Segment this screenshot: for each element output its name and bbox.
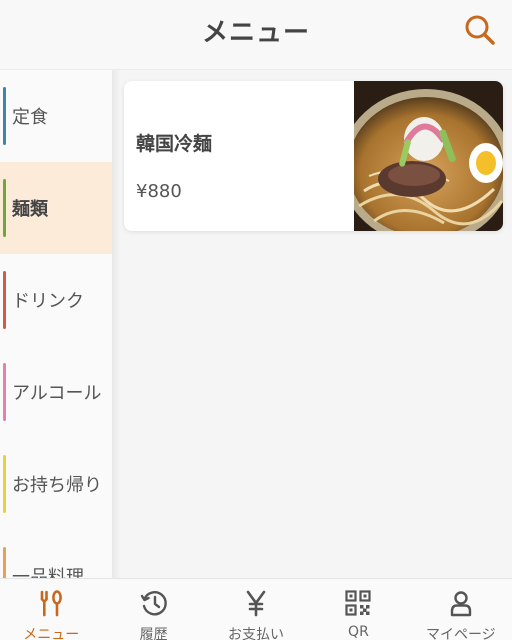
category-color-bar [3, 547, 6, 578]
category-color-bar [3, 455, 6, 513]
tab-menu[interactable]: メニュー [0, 579, 102, 640]
category-label: 麺類 [12, 199, 48, 220]
tab-label: マイページ [425, 627, 496, 640]
history-icon [140, 591, 167, 616]
bottom-tab-bar: メニュー 履歴 お支払い QR マイページ [0, 578, 512, 640]
tab-label: メニュー [23, 627, 80, 640]
qr-code-icon [345, 590, 372, 616]
tab-history[interactable]: 履歴 [102, 579, 204, 640]
yen-icon [246, 590, 266, 617]
person-icon [450, 591, 472, 617]
category-item-teishoku[interactable]: 定食 [0, 70, 112, 162]
category-label: お持ち帰り [12, 475, 102, 496]
sidebar-shadow [112, 70, 120, 578]
app-header: メニュー [0, 0, 512, 70]
category-label: ドリンク [12, 291, 84, 312]
menu-item-card[interactable]: 韓国冷麺 ¥880 [124, 81, 503, 231]
category-label: アルコール [12, 383, 102, 404]
category-label: 定食 [12, 107, 48, 128]
category-color-bar [3, 87, 6, 145]
item-name: 韓国冷麺 [136, 133, 213, 155]
category-color-bar [3, 271, 6, 329]
page-title: メニュー [201, 18, 310, 48]
category-item-menrui[interactable]: 麺類 [0, 162, 112, 254]
tab-label: お支払い [228, 627, 285, 640]
category-label: 一品料理 [12, 567, 84, 578]
fork-spoon-icon [40, 590, 63, 617]
cold-noodle-photo [354, 81, 503, 231]
category-item-ippin[interactable]: 一品料理 [0, 530, 112, 578]
search-button[interactable] [462, 12, 498, 48]
tab-qr[interactable]: QR [307, 579, 409, 640]
category-item-drink[interactable]: ドリンク [0, 254, 112, 346]
tab-label: 履歴 [139, 627, 168, 640]
category-color-bar [3, 363, 6, 421]
category-item-alcohol[interactable]: アルコール [0, 346, 112, 438]
tab-mypage[interactable]: マイページ [410, 579, 512, 640]
item-price: ¥880 [136, 181, 182, 202]
category-color-bar [3, 179, 6, 237]
tab-label: QR [348, 624, 369, 640]
search-icon [465, 15, 495, 45]
tab-payment[interactable]: お支払い [205, 579, 307, 640]
category-item-takeout[interactable]: お持ち帰り [0, 438, 112, 530]
category-sidebar: 定食 麺類 ドリンク アルコール お持ち帰り 一品料理 [0, 70, 112, 578]
